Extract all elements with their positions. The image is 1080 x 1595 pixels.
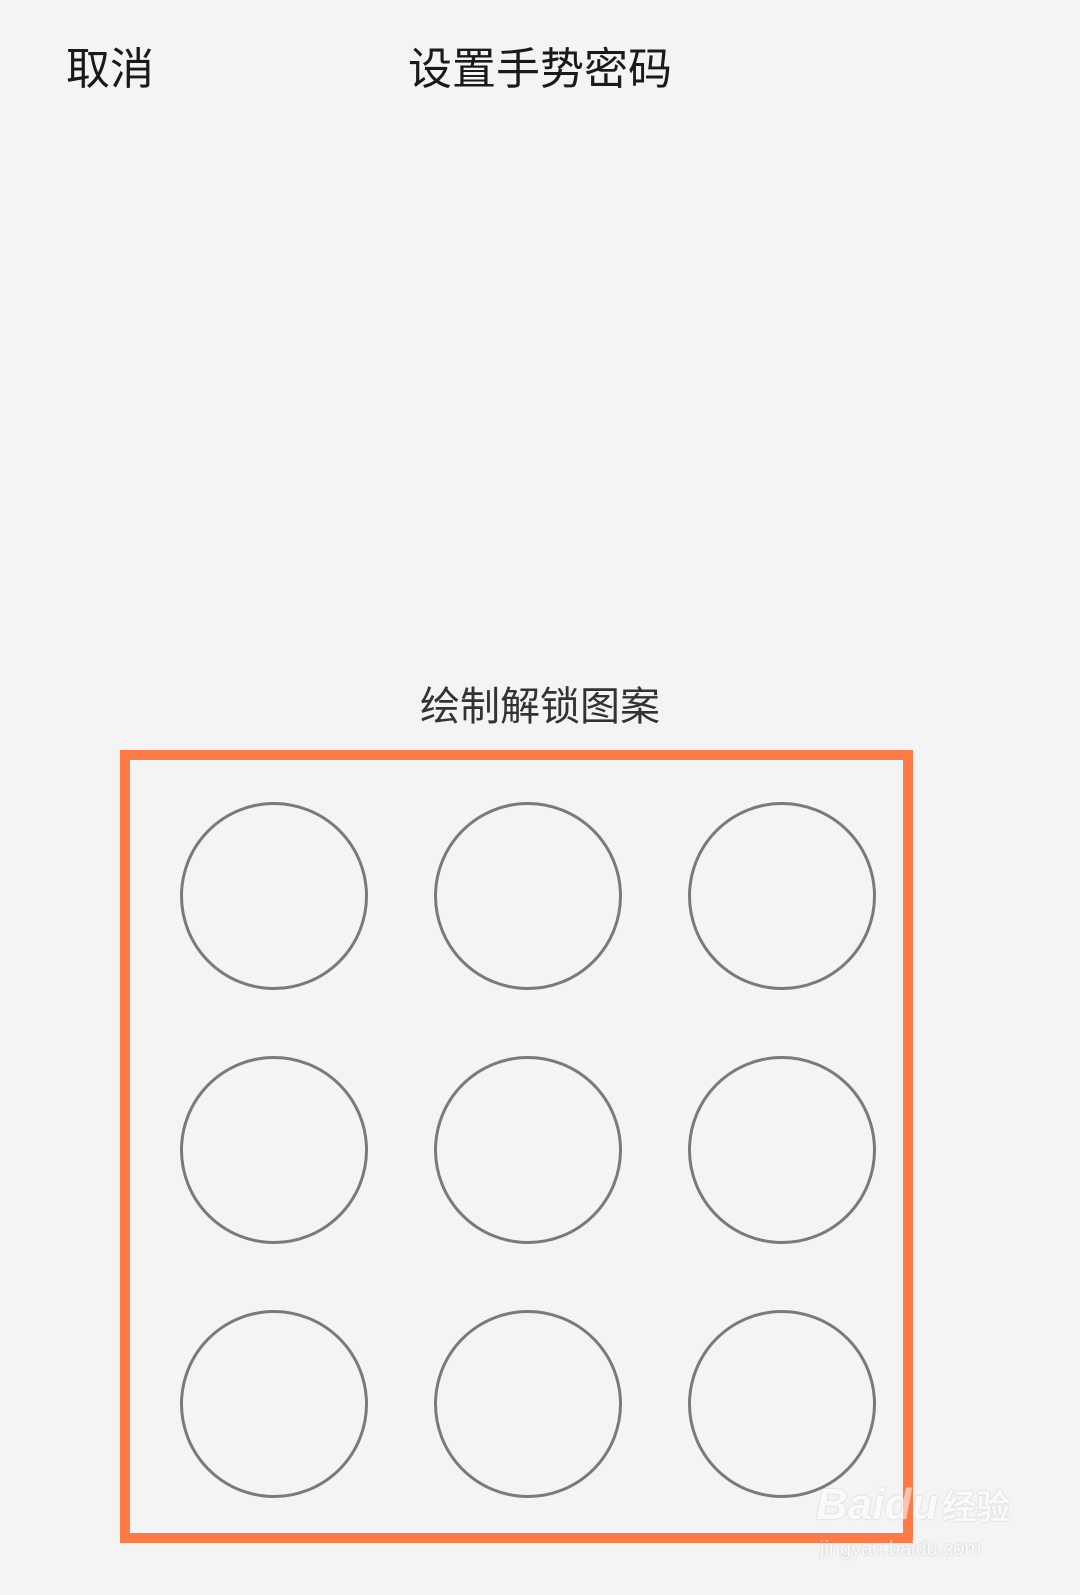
watermark-brand: Baidu 经验 xyxy=(816,1480,1010,1530)
pattern-dot-2[interactable] xyxy=(434,802,622,990)
pattern-dot-1[interactable] xyxy=(180,802,368,990)
pattern-dot-5[interactable] xyxy=(434,1056,622,1244)
baidu-jingyan-watermark: Baidu 经验 jingyan.baidu.com xyxy=(816,1462,1016,1582)
watermark-product-text: 经验 xyxy=(942,1489,1011,1527)
pattern-dot-6[interactable] xyxy=(688,1056,876,1244)
watermark-url: jingyan.baidu.com xyxy=(820,1538,982,1560)
pattern-dot-4[interactable] xyxy=(180,1056,368,1244)
pattern-dot-3[interactable] xyxy=(688,802,876,990)
gesture-pattern-grid[interactable] xyxy=(0,0,1080,1595)
watermark-brand-text: Baidu xyxy=(816,1480,939,1529)
pattern-dot-7[interactable] xyxy=(180,1310,368,1498)
pattern-dot-8[interactable] xyxy=(434,1310,622,1498)
